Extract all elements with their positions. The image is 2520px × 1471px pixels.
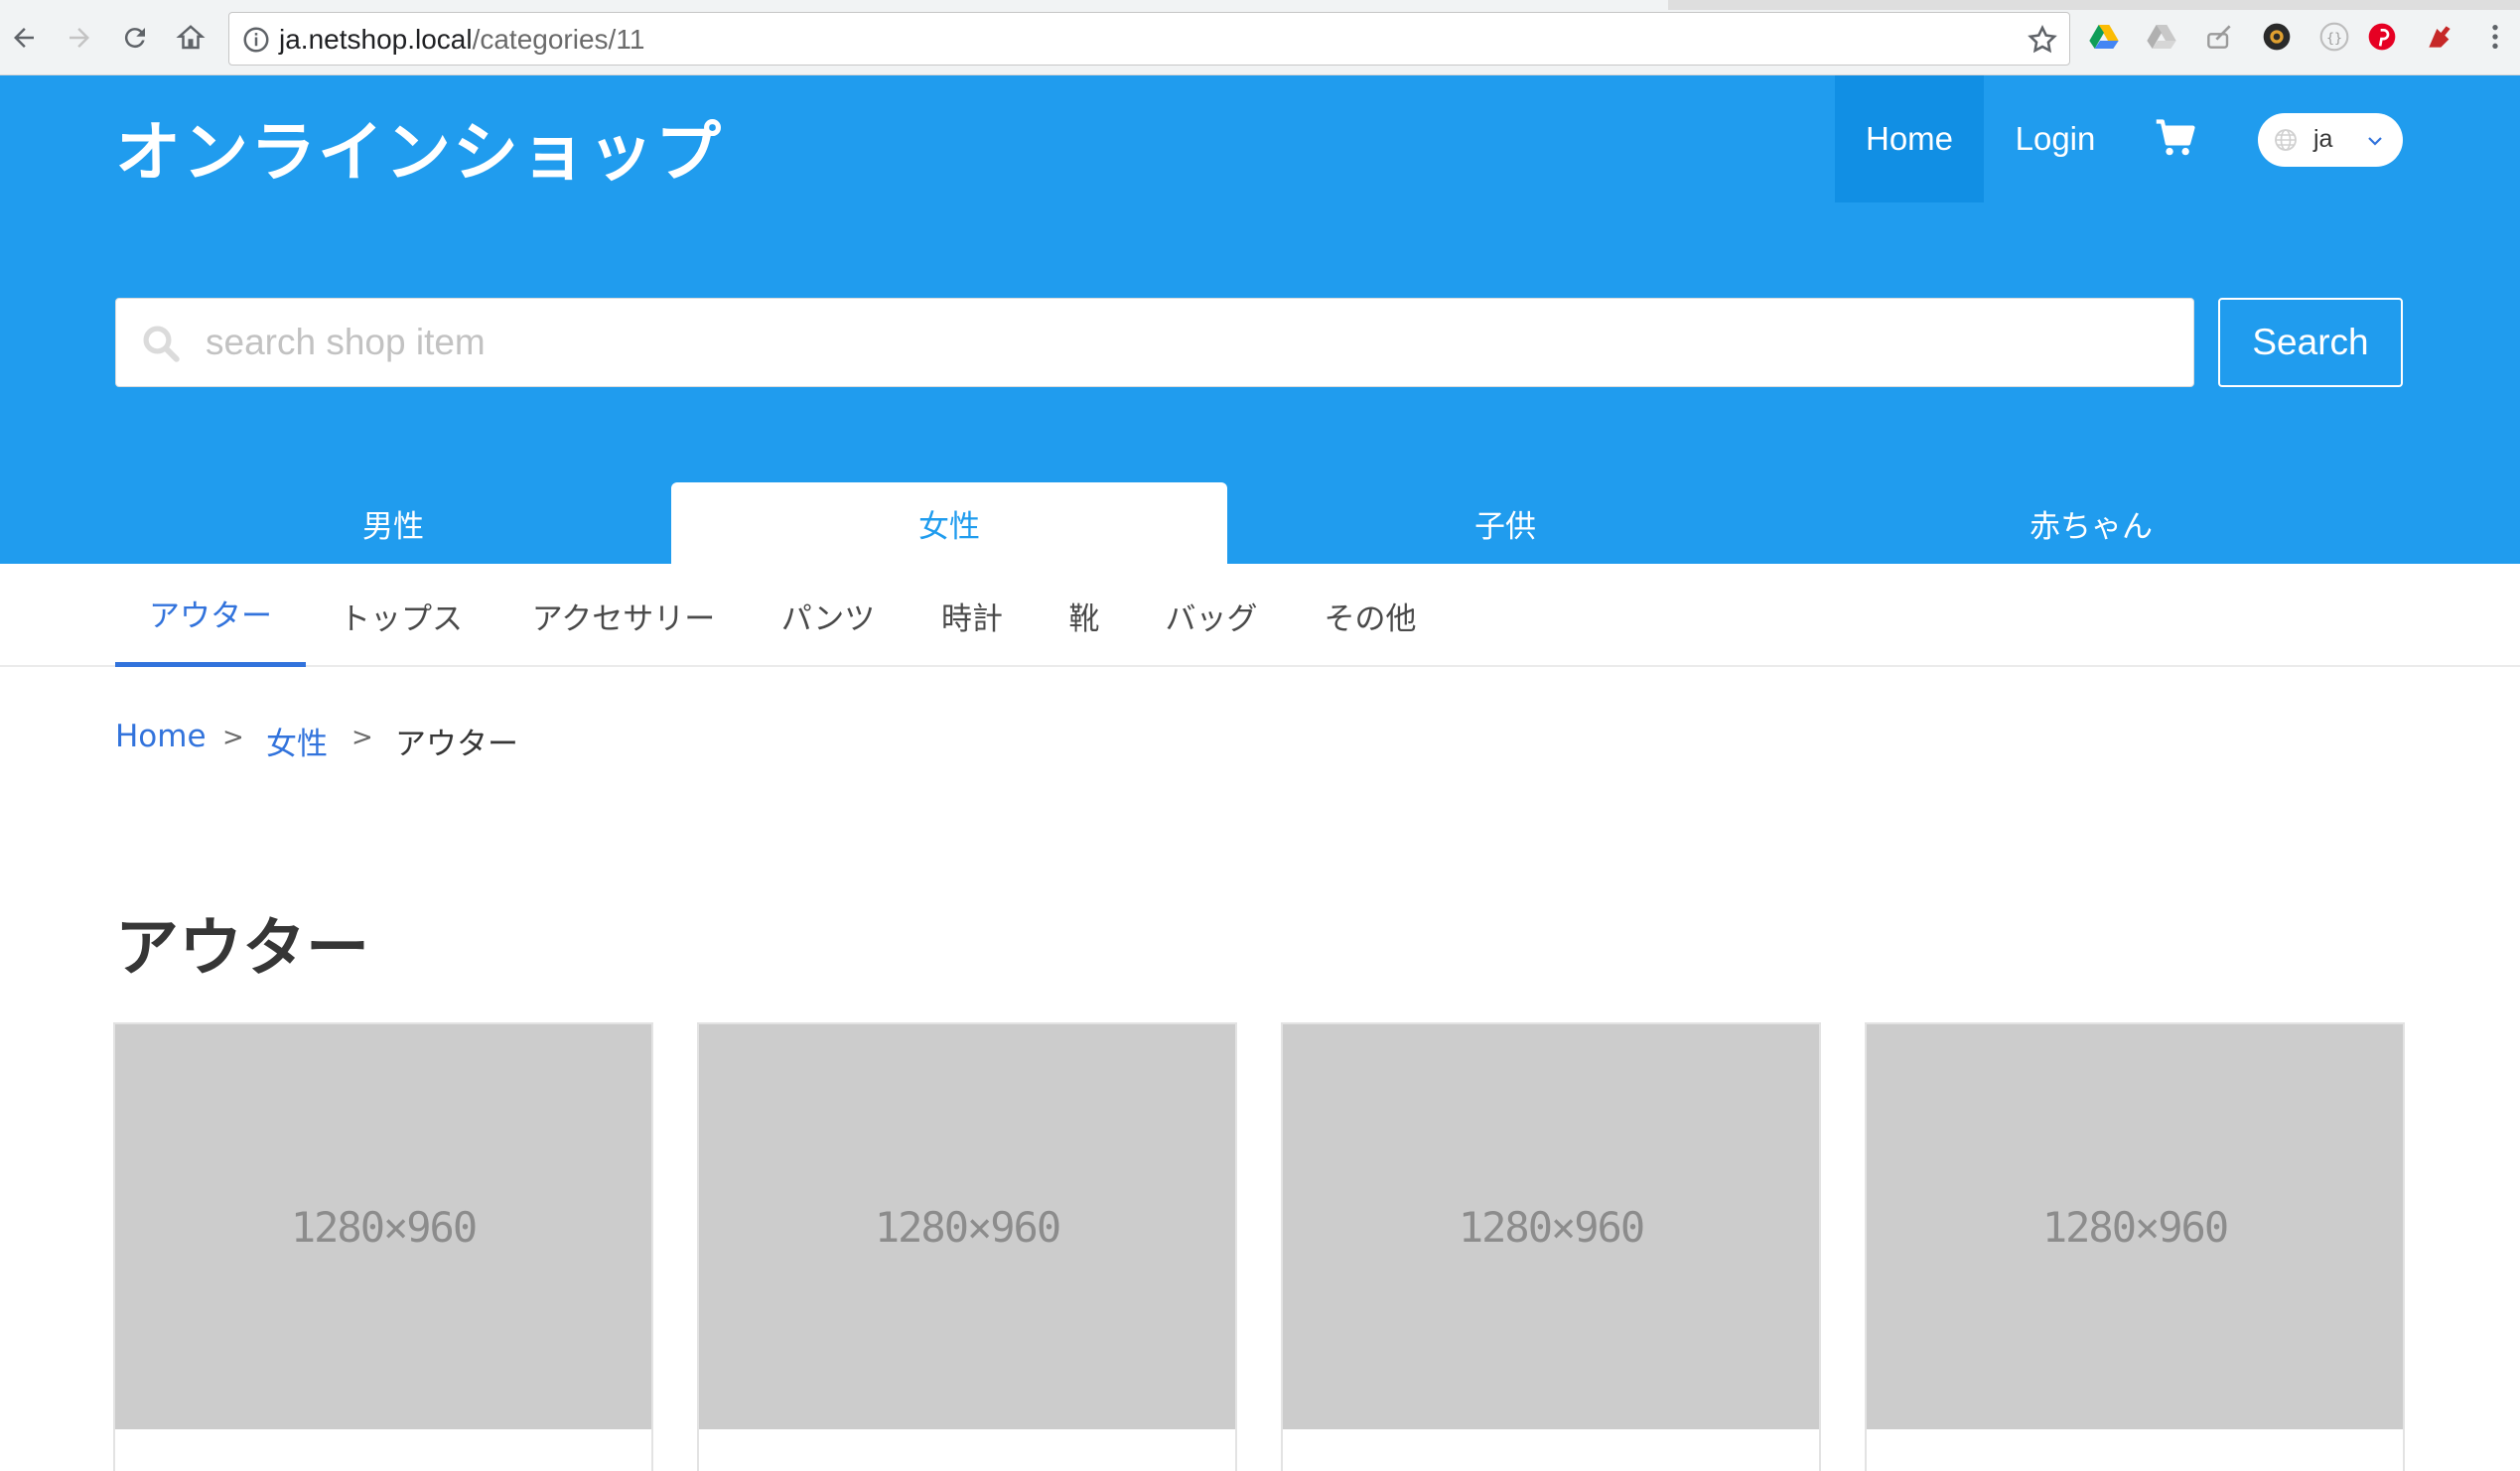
pen-extension-icon[interactable] — [2202, 20, 2236, 54]
image-size-label: 1280×960 — [1458, 1202, 1645, 1252]
product-card[interactable]: 1280×960 — [1865, 1022, 2405, 1471]
language-value: ja — [2313, 125, 2333, 153]
gender-tab-baby[interactable]: 赤ちゃん — [1783, 482, 2399, 564]
drive-grey-icon[interactable] — [2145, 20, 2178, 54]
product-image-placeholder[interactable]: 1280×960 — [115, 1024, 651, 1429]
forward-icon[interactable] — [62, 20, 97, 56]
globe-icon — [2275, 129, 2297, 151]
tab-others[interactable]: その他 — [1293, 564, 1448, 667]
breadcrumb-separator: > — [351, 723, 373, 752]
tab-outer[interactable]: アウター — [115, 564, 306, 667]
back-icon[interactable] — [6, 20, 42, 56]
product-image-placeholder[interactable]: 1280×960 — [699, 1024, 1235, 1429]
breadcrumb-current: アウター — [395, 727, 518, 762]
camera-extension-icon[interactable] — [2260, 20, 2294, 54]
code-extension-icon[interactable]: {} — [2317, 20, 2351, 54]
image-size-label: 1280×960 — [2041, 1202, 2229, 1252]
product-image-placeholder[interactable]: 1280×960 — [1283, 1024, 1819, 1429]
image-size-label: 1280×960 — [290, 1202, 478, 1252]
product-image-placeholder[interactable]: 1280×960 — [1867, 1024, 2403, 1429]
tab-strip — [0, 0, 2520, 10]
browser-menu-icon[interactable] — [2478, 20, 2512, 54]
svg-text:{}: {} — [2326, 31, 2342, 46]
active-tab[interactable] — [0, 0, 1668, 10]
address-bar[interactable]: ja.netshop.local/categories/11 — [228, 12, 2070, 66]
breadcrumb-home[interactable]: Home — [115, 719, 207, 754]
product-card[interactable]: 1280×960 — [1281, 1022, 1821, 1471]
browser-toolbar: ja.netshop.local/categories/11 {} — [0, 0, 2520, 75]
reload-icon[interactable] — [117, 20, 153, 56]
tab-tops[interactable]: トップス — [306, 564, 496, 667]
breadcrumb-women[interactable]: 女性 — [266, 719, 328, 763]
category-tabs: アウター トップス アクセサリー パンツ 時計 靴 バッグ その他 — [0, 564, 2520, 667]
url-path: /categories/11 — [472, 24, 645, 55]
page-title: アウター — [115, 912, 369, 986]
gender-tab-women[interactable]: 女性 — [671, 482, 1227, 564]
site-header: オンラインショップ Home Login ja Search 男性 女性 子供 … — [0, 75, 2520, 564]
tab-shoes[interactable]: 靴 — [1039, 564, 1130, 667]
site-brand[interactable]: オンラインショップ — [115, 99, 723, 195]
url-host: ja.netshop.local — [279, 24, 473, 55]
home-icon[interactable] — [173, 20, 209, 56]
pinterest-icon[interactable] — [2365, 20, 2399, 54]
tab-pants[interactable]: パンツ — [751, 564, 906, 667]
tab-accessories[interactable]: アクセサリー — [496, 564, 751, 667]
nav-login-link[interactable]: Login — [1998, 75, 2113, 202]
cart-icon[interactable] — [2155, 119, 2196, 159]
gender-tab-kids[interactable]: 子供 — [1227, 482, 1783, 564]
search-field[interactable] — [115, 298, 2194, 387]
info-icon[interactable] — [241, 25, 271, 55]
image-size-label: 1280×960 — [874, 1202, 1061, 1252]
product-card[interactable]: 1280×960 — [697, 1022, 1237, 1471]
product-card[interactable]: 1280×960 — [113, 1022, 653, 1471]
gender-tab-men[interactable]: 男性 — [115, 482, 671, 564]
bookmark-star-icon[interactable] — [2026, 23, 2059, 57]
search-button[interactable]: Search — [2218, 298, 2403, 387]
chevron-down-icon — [2368, 137, 2382, 146]
tab-bags[interactable]: バッグ — [1130, 564, 1293, 667]
search-icon — [143, 326, 180, 362]
tab-watches[interactable]: 時計 — [906, 564, 1039, 667]
url-text[interactable]: ja.netshop.local/categories/11 — [279, 24, 644, 56]
breadcrumb-separator: > — [222, 723, 244, 752]
language-select[interactable]: ja — [2258, 113, 2403, 167]
lastpass-like-icon[interactable] — [2423, 20, 2456, 54]
search-input[interactable] — [206, 299, 2171, 386]
google-drive-icon[interactable] — [2087, 20, 2121, 54]
nav-home-link[interactable]: Home — [1835, 75, 1984, 202]
